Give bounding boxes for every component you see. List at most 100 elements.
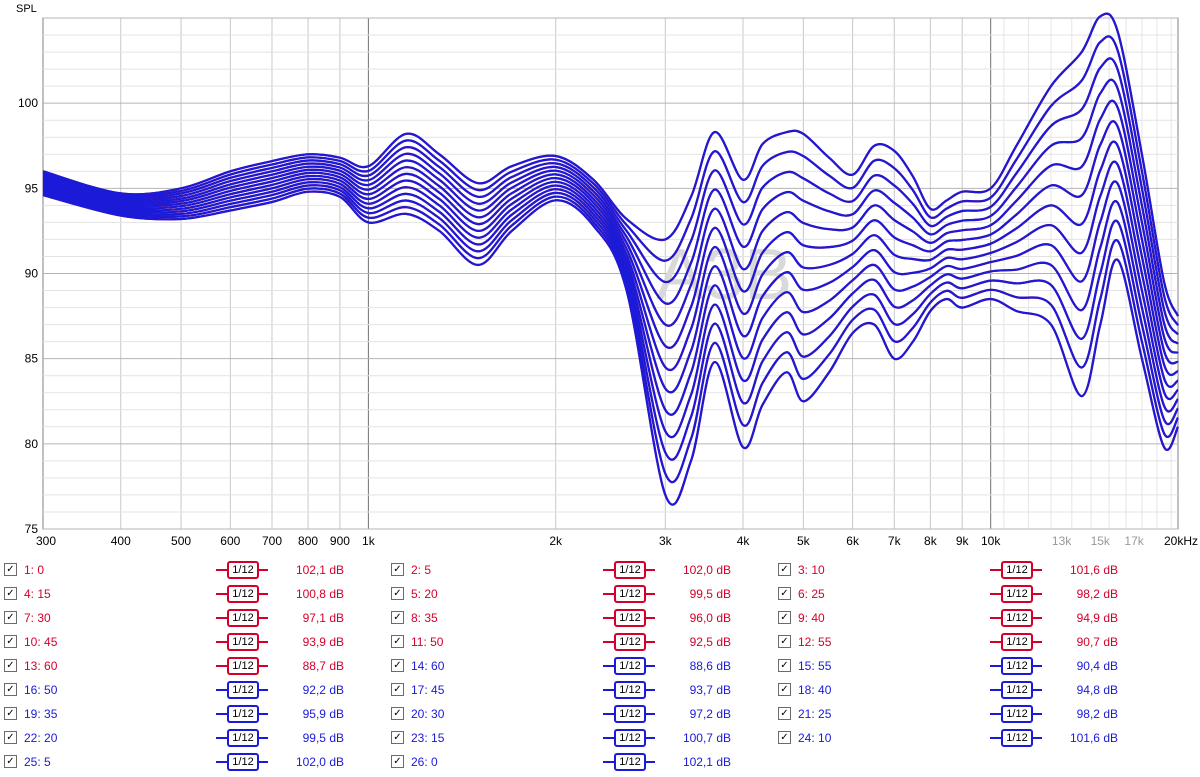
series-level: 98,2 dB [1076,587,1118,601]
legend-item: ✓ 2: 5 1/12 102,0 dB [391,558,771,580]
series-checkbox[interactable]: ✓ [4,707,17,720]
series-checkbox[interactable]: ✓ [391,659,404,672]
series-checkbox[interactable]: ✓ [4,635,17,648]
smoothing-button[interactable]: 1/12 [603,584,655,603]
series-level: 100,8 dB [295,587,344,601]
smoothing-button[interactable]: 1/12 [216,680,268,699]
series-checkbox[interactable]: ✓ [4,563,17,576]
series-checkbox[interactable]: ✓ [391,683,404,696]
series-checkbox[interactable]: ✓ [778,659,791,672]
legend-item: ✓ 17: 45 1/12 93,7 dB [391,678,771,700]
x-tick-label: 9k [956,534,970,548]
series-checkbox[interactable]: ✓ [4,659,17,672]
legend-item: ✓ 22: 20 1/12 99,5 dB [4,726,384,748]
series-level: 100,7 dB [682,731,731,745]
smoothing-button[interactable]: 1/12 [216,752,268,771]
smoothing-button[interactable]: 1/12 [603,608,655,627]
smoothing-button[interactable]: 1/12 [990,728,1042,747]
legend-item: ✓ 18: 40 1/12 94,8 dB [778,678,1158,700]
series-checkbox[interactable]: ✓ [778,587,791,600]
smoothing-button[interactable]: 1/12 [990,656,1042,675]
smoothing-label: 1/12 [227,609,259,627]
series-level: 99,5 dB [689,587,731,601]
series-checkbox[interactable]: ✓ [391,587,404,600]
smoothing-button[interactable]: 1/12 [990,632,1042,651]
smoothing-button[interactable]: 1/12 [990,584,1042,603]
series-checkbox[interactable]: ✓ [778,611,791,624]
series-checkbox[interactable]: ✓ [4,731,17,744]
series-checkbox[interactable]: ✓ [778,683,791,696]
smoothing-button[interactable]: 1/12 [603,680,655,699]
series-label: 25: 5 [24,755,51,769]
smoothing-button[interactable]: 1/12 [990,608,1042,627]
smoothing-label: 1/12 [227,729,259,747]
series-level: 99,5 dB [302,731,344,745]
smoothing-button[interactable]: 1/12 [216,704,268,723]
smoothing-label: 1/12 [227,633,259,651]
series-level: 93,9 dB [302,635,344,649]
smoothing-button[interactable]: 1/12 [603,728,655,747]
legend-item: ✓ 26: 0 1/12 102,1 dB [391,750,771,772]
series-level: 97,1 dB [302,611,344,625]
series-label: 16: 50 [24,683,58,697]
series-checkbox[interactable]: ✓ [391,635,404,648]
x-tick-label: 20kHz [1164,534,1198,548]
series-checkbox[interactable]: ✓ [391,755,404,768]
x-tick-label: 3k [659,534,673,548]
series-checkbox[interactable]: ✓ [4,587,17,600]
legend-item: ✓ 13: 60 1/12 88,7 dB [4,654,384,676]
smoothing-label: 1/12 [227,753,259,771]
smoothing-button[interactable]: 1/12 [603,752,655,771]
series-level: 95,9 dB [302,707,344,721]
series-level: 101,6 dB [1069,563,1118,577]
smoothing-button[interactable]: 1/12 [216,656,268,675]
smoothing-label: 1/12 [1001,681,1033,699]
series-label: 2: 5 [411,563,432,577]
series-level: 88,7 dB [302,659,344,673]
legend-item: ✓ 23: 15 1/12 100,7 dB [391,726,771,748]
smoothing-button[interactable]: 1/12 [216,728,268,747]
legend-item: ✓ 8: 35 1/12 96,0 dB [391,606,771,628]
smoothing-button[interactable]: 1/12 [216,632,268,651]
series-level: 101,6 dB [1069,731,1118,745]
x-tick-label: 700 [262,534,282,548]
legend-item: ✓ 12: 55 1/12 90,7 dB [778,630,1158,652]
smoothing-button[interactable]: 1/12 [603,704,655,723]
smoothing-button[interactable]: 1/12 [990,704,1042,723]
smoothing-label: 1/12 [614,657,646,675]
series-checkbox[interactable]: ✓ [391,563,404,576]
series-label: 13: 60 [24,659,58,673]
series-checkbox[interactable]: ✓ [778,563,791,576]
x-tick-label: 800 [298,534,318,548]
smoothing-button[interactable]: 1/12 [216,584,268,603]
smoothing-button[interactable]: 1/12 [216,560,268,579]
series-level: 102,0 dB [682,563,731,577]
smoothing-button[interactable]: 1/12 [990,560,1042,579]
spl-chart: A3B 7580859095100 300 400 500 600 700 800 900 1… [16,3,1198,548]
smoothing-label: 1/12 [614,585,646,603]
x-axis: 300 400 500 600 700 800 900 1k 2k 3k 4k 5k 6k 7k 8k 9k 1… [36,534,1198,548]
series-checkbox[interactable]: ✓ [391,707,404,720]
legend-item: ✓ 5: 20 1/12 99,5 dB [391,582,771,604]
series-checkbox[interactable]: ✓ [778,731,791,744]
smoothing-button[interactable]: 1/12 [603,632,655,651]
series-checkbox[interactable]: ✓ [778,707,791,720]
series-checkbox[interactable]: ✓ [4,683,17,696]
series-label: 24: 10 [798,731,832,745]
series-checkbox[interactable]: ✓ [4,755,17,768]
smoothing-label: 1/12 [1001,585,1033,603]
series-checkbox[interactable]: ✓ [391,611,404,624]
smoothing-button[interactable]: 1/12 [603,656,655,675]
x-tick-label: 8k [924,534,938,548]
series-level: 92,5 dB [689,635,731,649]
series-checkbox[interactable]: ✓ [778,635,791,648]
smoothing-label: 1/12 [614,609,646,627]
smoothing-button[interactable]: 1/12 [990,680,1042,699]
smoothing-label: 1/12 [614,705,646,723]
x-tick-label: 2k [549,534,563,548]
series-checkbox[interactable]: ✓ [391,731,404,744]
series-checkbox[interactable]: ✓ [4,611,17,624]
legend-item: ✓ 25: 5 1/12 102,0 dB [4,750,384,772]
smoothing-button[interactable]: 1/12 [603,560,655,579]
smoothing-button[interactable]: 1/12 [216,608,268,627]
